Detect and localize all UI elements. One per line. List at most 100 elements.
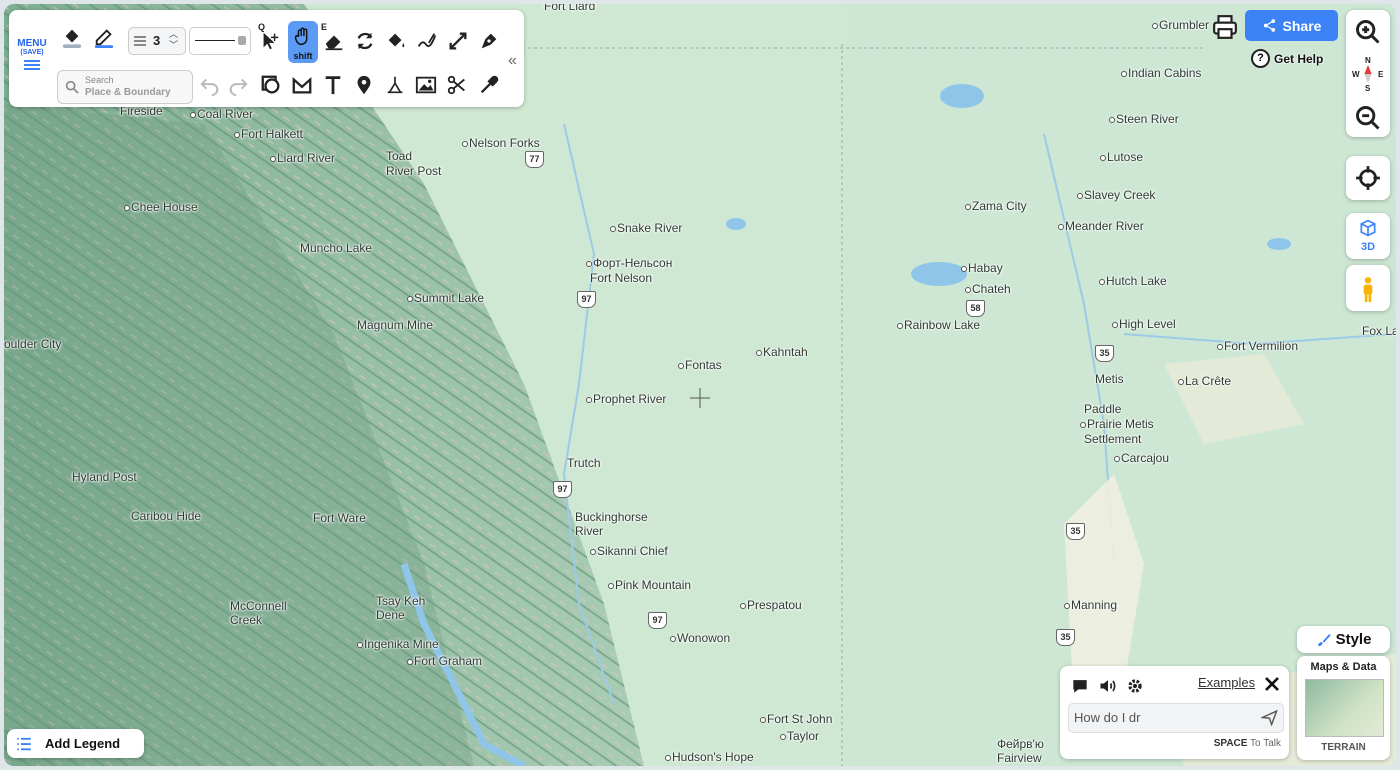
map-place-dot xyxy=(124,205,130,211)
street-view-button[interactable] xyxy=(1346,265,1390,311)
pan-shift-label: shift xyxy=(293,51,313,61)
route-shield: 97 xyxy=(577,291,596,308)
locate-button[interactable] xyxy=(1346,156,1390,200)
chat-bubble-icon[interactable] xyxy=(1070,676,1090,696)
fill-color-button[interactable] xyxy=(57,22,87,52)
map-place-dot xyxy=(357,642,363,648)
hint-text: To Talk xyxy=(1250,738,1281,749)
shape-button[interactable] xyxy=(256,70,286,100)
polygon-button[interactable] xyxy=(287,70,317,100)
map-place-label: Creek xyxy=(230,613,263,627)
map-pin-icon xyxy=(357,75,371,95)
map-place-label: Форт-Нельсон xyxy=(593,256,673,270)
print-button[interactable] xyxy=(1212,14,1238,40)
terrain-thumbnail xyxy=(1305,679,1384,737)
landmark-icon xyxy=(387,76,403,94)
map-place-label: Chee House xyxy=(131,200,198,214)
eraser-button[interactable] xyxy=(319,26,349,56)
compass-e: E xyxy=(1378,70,1384,79)
printer-icon xyxy=(1213,15,1237,39)
line-style-select[interactable] xyxy=(189,27,251,55)
map-place-label: Fox La xyxy=(1362,324,1396,338)
map-place-dot xyxy=(1178,379,1184,385)
undo-icon xyxy=(200,78,219,96)
undo-button[interactable] xyxy=(195,70,225,100)
landmark-button[interactable] xyxy=(380,70,410,100)
map-place-label: Prespatou xyxy=(747,598,802,612)
freehand-button[interactable] xyxy=(412,26,442,56)
search-box[interactable]: Search Place & Boundary xyxy=(57,70,193,104)
image-button[interactable] xyxy=(411,70,441,100)
help-button[interactable]: ? Get Help xyxy=(1251,49,1323,68)
3d-button[interactable]: 3D xyxy=(1346,213,1390,259)
map-place-dot xyxy=(665,755,671,761)
compass-needle-icon xyxy=(1364,65,1372,83)
zoom-out-button[interactable] xyxy=(1354,104,1382,137)
pen-tool-button[interactable] xyxy=(474,26,504,56)
map-place-label: Zama City xyxy=(972,199,1027,213)
zoom-in-button[interactable] xyxy=(1354,18,1382,51)
map-place-label: Fontas xyxy=(685,358,722,372)
compass[interactable]: N W E S xyxy=(1352,56,1384,93)
map-place-dot xyxy=(610,226,616,232)
map-place-label: Caribou Hide xyxy=(131,509,202,523)
map-place-dot xyxy=(740,603,746,609)
menu-button[interactable]: MENU (SAVE) xyxy=(15,38,49,72)
cut-button[interactable] xyxy=(442,70,472,100)
redo-button[interactable] xyxy=(223,70,253,100)
settings-gear-icon[interactable] xyxy=(1125,676,1145,696)
menu-sub-label: (SAVE) xyxy=(20,49,44,56)
select-tool-button[interactable] xyxy=(255,26,285,56)
map-place-label: Fort St John xyxy=(767,712,833,726)
maps-data-panel[interactable]: Maps & Data TERRAIN xyxy=(1297,656,1390,760)
assistant-hint: SPACE To Talk xyxy=(1214,738,1281,749)
speaker-icon[interactable] xyxy=(1098,676,1118,696)
map-place-label: Manning xyxy=(1071,598,1118,612)
add-legend-button[interactable]: Add Legend xyxy=(7,729,144,758)
map-place-label: La Crête xyxy=(1185,374,1232,388)
line-width-value: 3 xyxy=(153,33,161,48)
line-width-select[interactable]: 3 ︿ ﹀ xyxy=(128,27,186,55)
map-place-dot xyxy=(965,287,971,293)
map-place-dot xyxy=(897,323,903,329)
zoom-in-icon xyxy=(1356,20,1380,44)
refresh-button[interactable] xyxy=(350,26,380,56)
map-place-dot xyxy=(586,261,592,267)
map-place-label: Carcajou xyxy=(1121,451,1170,465)
hint-key: SPACE xyxy=(1213,738,1248,749)
map-place-label: Pink Mountain xyxy=(615,578,692,592)
fill-tool-button[interactable] xyxy=(381,26,411,56)
map-place-label: Meander River xyxy=(1065,219,1144,233)
circle-shape-icon xyxy=(261,75,280,94)
hamburger-icon xyxy=(24,60,40,70)
map-place-label: Buckinghorse xyxy=(575,510,648,524)
map-place-label: Snake River xyxy=(617,221,683,235)
marker-button[interactable] xyxy=(349,70,379,100)
measure-button[interactable] xyxy=(443,26,473,56)
map-place-label: Kahntah xyxy=(763,345,808,359)
close-icon[interactable] xyxy=(1263,675,1281,693)
map-place-label: Wonowon xyxy=(677,631,731,645)
stepper-icon: ︿ ﹀ xyxy=(169,29,179,50)
style-label: Style xyxy=(1335,631,1372,648)
map-place-dot xyxy=(1099,279,1105,285)
map-place-label: Tsay Keh xyxy=(376,594,426,608)
examples-link[interactable]: Examples xyxy=(1198,675,1255,690)
line-color-button[interactable] xyxy=(89,22,119,52)
search-label: Search xyxy=(85,75,114,85)
route-shield: 35 xyxy=(1066,523,1085,540)
send-icon[interactable] xyxy=(1261,709,1278,726)
map-place-dot xyxy=(756,350,762,356)
compass-n: N xyxy=(1365,56,1371,65)
map-place-label: Toad xyxy=(386,149,413,163)
pan-tool-button[interactable]: shift xyxy=(288,21,318,63)
assistant-input[interactable]: How do I dr xyxy=(1068,703,1284,733)
route-shield: 58 xyxy=(966,300,985,317)
share-button[interactable]: Share xyxy=(1245,10,1338,41)
collapse-toolbar-icon[interactable]: « xyxy=(508,52,517,70)
style-button[interactable]: Style xyxy=(1297,626,1390,653)
map-place-label: High Level xyxy=(1119,317,1176,331)
eyedropper-button[interactable] xyxy=(474,70,504,100)
freehand-pen-icon xyxy=(417,33,437,48)
text-button[interactable] xyxy=(318,70,348,100)
